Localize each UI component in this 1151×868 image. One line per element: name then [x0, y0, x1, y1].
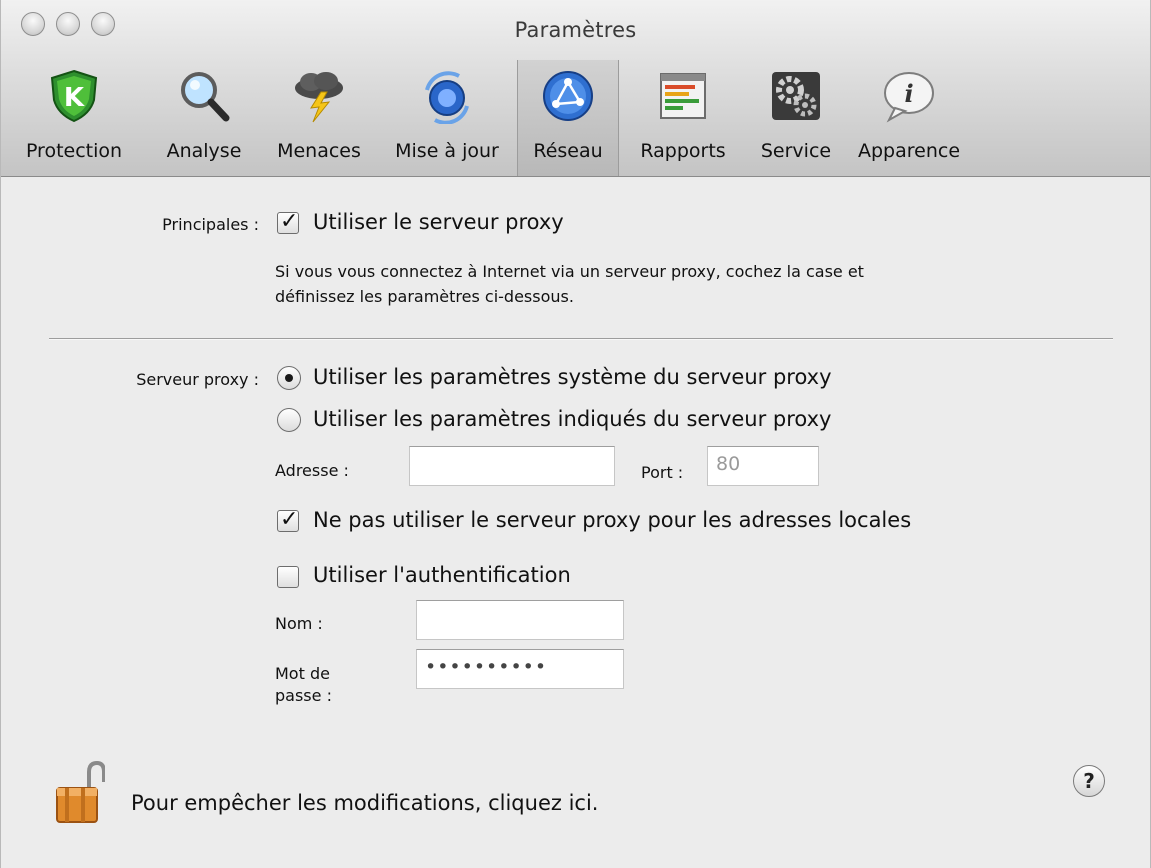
settings-panel: Principales : ✓ Utiliser le serveur prox…: [1, 177, 1150, 868]
name-input[interactable]: [416, 600, 624, 640]
tab-label: Réseau: [533, 140, 603, 162]
use-auth-checkbox[interactable]: [277, 566, 299, 588]
system-proxy-label[interactable]: Utiliser les paramètres système du serve…: [313, 365, 832, 389]
toolbar: K Protection Analyse Menaces Mise à jour…: [1, 60, 973, 176]
checkmark-icon: ✓: [280, 507, 299, 532]
proxy-description-line2: définissez les paramètres ci-dessous.: [275, 287, 574, 306]
update-globe-icon: [425, 71, 469, 124]
name-label: Nom :: [275, 614, 323, 633]
shield-k-icon: K: [50, 69, 98, 123]
unlocked-padlock-icon[interactable]: [53, 760, 105, 826]
bypass-local-checkbox[interactable]: ✓: [277, 507, 299, 532]
tab-service[interactable]: Service: [747, 60, 845, 176]
magnifier-icon: [181, 72, 230, 122]
principales-label: Principales :: [162, 215, 259, 234]
use-proxy-label[interactable]: Utiliser le serveur proxy: [313, 210, 564, 234]
preferences-window: Paramètres K Protection Analyse Menaces …: [0, 0, 1151, 868]
lock-message[interactable]: Pour empêcher les modifications, cliquez…: [131, 791, 598, 815]
tab-label: Analyse: [166, 140, 242, 162]
proxy-description-line1: Si vous vous connectez à Internet via un…: [275, 262, 864, 281]
custom-proxy-label[interactable]: Utiliser les paramètres indiqués du serv…: [313, 407, 832, 431]
proxy-server-label: Serveur proxy :: [136, 370, 259, 389]
gears-icon: [772, 72, 820, 120]
tab-label: Apparence: [857, 140, 961, 162]
tab-analyse[interactable]: Analyse: [147, 60, 261, 176]
password-label-line2: passe :: [275, 686, 332, 705]
tab-label: Protection: [25, 140, 123, 162]
custom-proxy-radio[interactable]: [277, 408, 301, 432]
system-proxy-radio[interactable]: [277, 366, 301, 390]
title-toolbar: Paramètres K Protection Analyse Menaces …: [1, 0, 1150, 177]
password-input[interactable]: ••••••••••: [416, 649, 624, 689]
help-button[interactable]: ?: [1073, 765, 1105, 797]
bypass-local-label[interactable]: Ne pas utiliser le serveur proxy pour le…: [313, 508, 911, 532]
radio-selected-dot: [285, 374, 293, 382]
tab-protection[interactable]: K Protection: [1, 60, 147, 176]
tab-menaces[interactable]: Menaces: [261, 60, 377, 176]
tab-apparence[interactable]: i Apparence: [845, 60, 973, 176]
port-input[interactable]: 80: [707, 446, 819, 486]
section-divider: [49, 338, 1113, 340]
tab-label: Mise à jour: [395, 140, 499, 162]
network-icon: [543, 71, 593, 121]
address-input[interactable]: [409, 446, 615, 486]
info-bubble-icon: i: [884, 72, 934, 123]
reports-icon: [660, 73, 706, 119]
tab-label: Menaces: [277, 140, 361, 162]
port-label: Port :: [641, 463, 684, 482]
checkmark-icon: ✓: [280, 209, 299, 234]
tab-reseau[interactable]: Réseau: [517, 60, 619, 176]
svg-text:K: K: [64, 83, 85, 113]
tab-label: Rapports: [640, 140, 726, 162]
window-title: Paramètres: [514, 18, 637, 42]
use-auth-label[interactable]: Utiliser l'authentification: [313, 563, 571, 587]
svg-text:i: i: [904, 79, 913, 108]
address-label: Adresse :: [275, 461, 349, 480]
tab-label: Service: [760, 140, 832, 162]
storm-cloud-icon: [295, 72, 343, 123]
tab-rapports[interactable]: Rapports: [619, 60, 747, 176]
use-proxy-checkbox[interactable]: ✓: [277, 209, 299, 234]
tab-mise-a-jour[interactable]: Mise à jour: [377, 60, 517, 176]
